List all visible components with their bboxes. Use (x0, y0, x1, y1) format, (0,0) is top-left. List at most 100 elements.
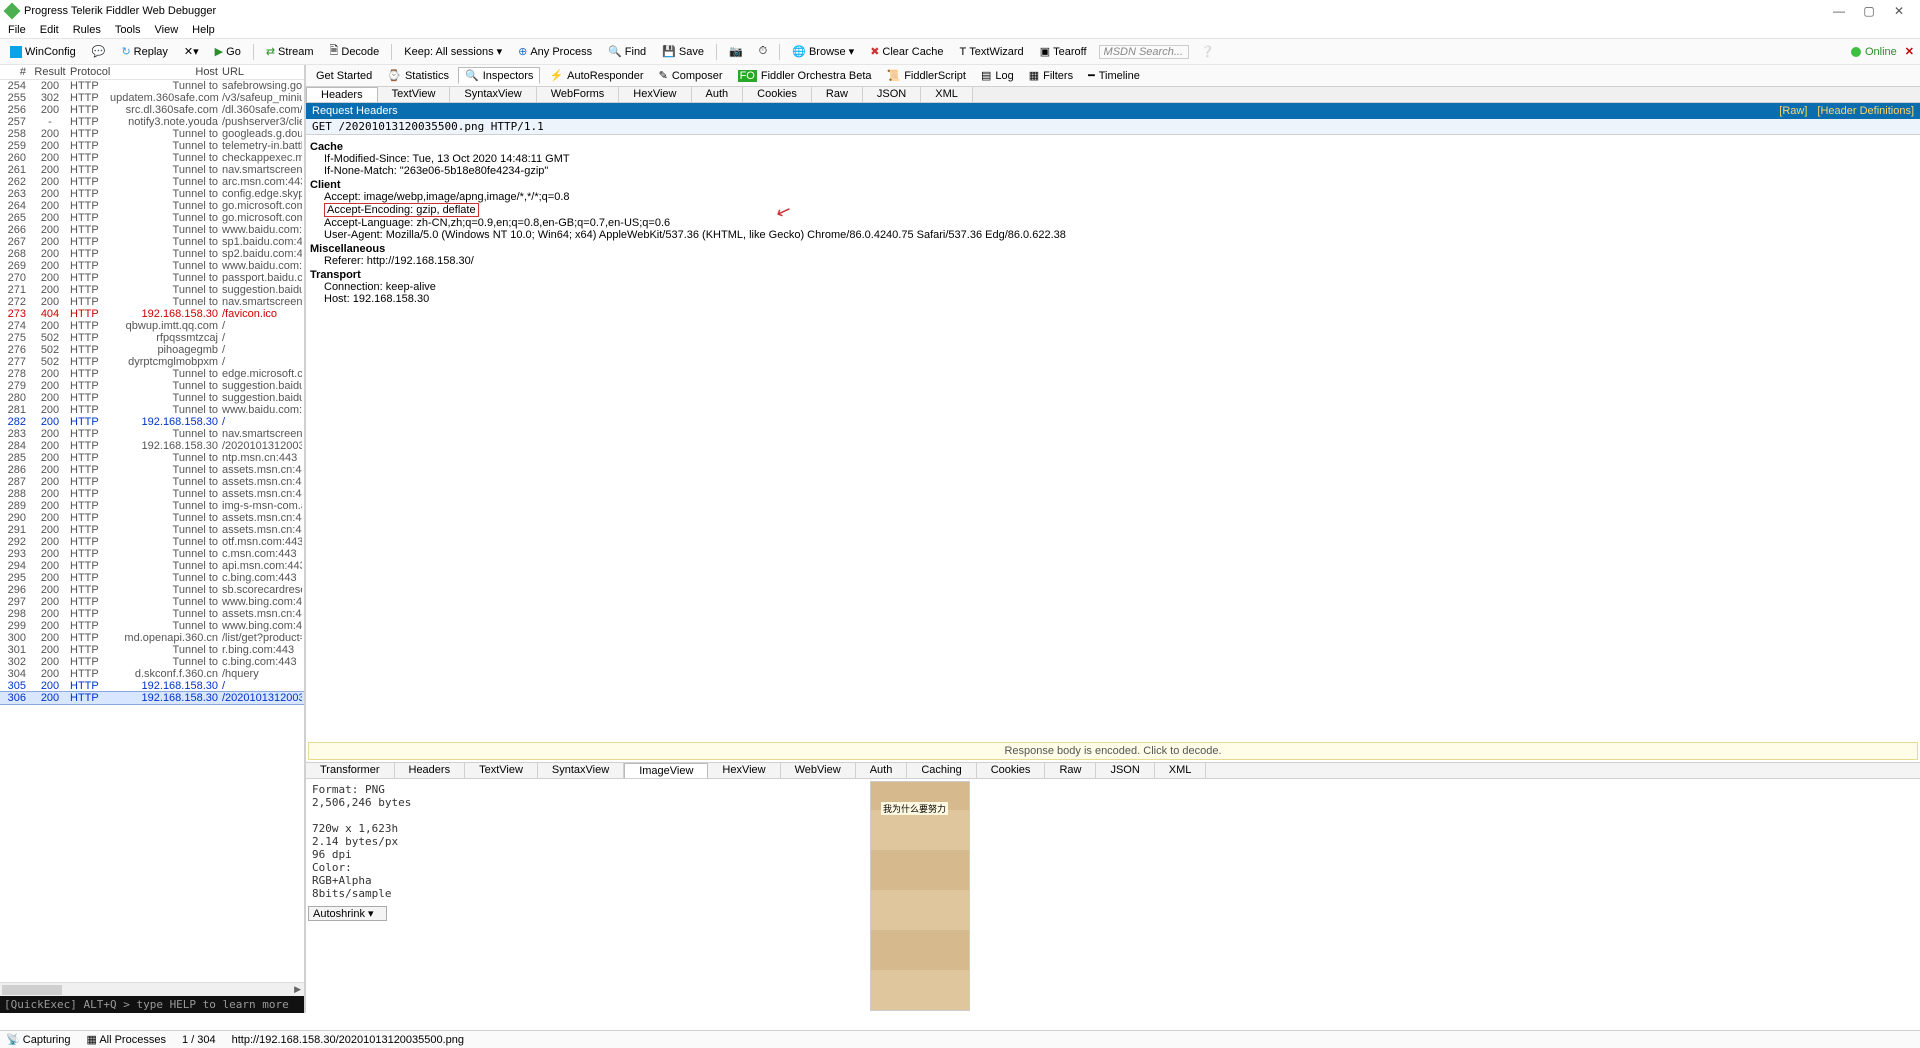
session-row[interactable]: 277502HTTPdyrptcmglmobpxm/ (0, 356, 304, 368)
tab-fiddlerscript[interactable]: 📜FiddlerScript (881, 68, 972, 83)
session-row[interactable]: 286200HTTPTunnel toassets.msn.cn:443 (0, 464, 304, 476)
session-row[interactable]: 257-HTTPnotify3.note.youda/pushserver3/c… (0, 116, 304, 128)
session-row[interactable]: 301200HTTPTunnel tor.bing.com:443 (0, 644, 304, 656)
resp-tab-imageview[interactable]: ImageView (624, 763, 708, 778)
stream-button[interactable]: ⇄Stream (262, 44, 318, 59)
req-tab-xml[interactable]: XML (921, 87, 973, 102)
session-row[interactable]: 279200HTTPTunnel tosuggestion.baidu.com (0, 380, 304, 392)
raw-link[interactable]: [Raw] (1779, 105, 1807, 117)
req-tab-json[interactable]: JSON (863, 87, 921, 102)
any-process-button[interactable]: ⊕Any Process (514, 44, 596, 59)
header-line[interactable]: Connection: keep-alive (310, 281, 1918, 293)
req-tab-auth[interactable]: Auth (692, 87, 744, 102)
req-tab-raw[interactable]: Raw (812, 87, 863, 102)
resp-tab-caching[interactable]: Caching (907, 763, 976, 778)
capturing-indicator[interactable]: 📡 Capturing (6, 1033, 70, 1046)
col-number[interactable]: # (2, 66, 30, 78)
session-row[interactable]: 260200HTTPTunnel tocheckappexec.microsc (0, 152, 304, 164)
close-toolbar-button[interactable]: ✕ (1905, 45, 1914, 58)
session-row[interactable]: 282200HTTP192.168.158.30/ (0, 416, 304, 428)
session-row[interactable]: 289200HTTPTunnel toimg-s-msn-com.akama (0, 500, 304, 512)
header-line[interactable]: User-Agent: Mozilla/5.0 (Windows NT 10.0… (310, 229, 1918, 241)
session-row[interactable]: 306200HTTP192.168.158.30/202010131200355… (0, 692, 304, 704)
menu-edit[interactable]: Edit (40, 24, 59, 36)
resp-tab-json[interactable]: JSON (1096, 763, 1154, 778)
screenshot-button[interactable]: 📷 (725, 44, 747, 59)
session-row[interactable]: 281200HTTPTunnel towww.baidu.com:443 (0, 404, 304, 416)
resp-tab-xml[interactable]: XML (1155, 763, 1207, 778)
session-row[interactable]: 263200HTTPTunnel toconfig.edge.skype.co (0, 188, 304, 200)
req-tab-hexview[interactable]: HexView (619, 87, 691, 102)
session-row[interactable]: 293200HTTPTunnel toc.msn.com:443 (0, 548, 304, 560)
header-line[interactable]: If-None-Match: "263e06-5b18e80fe4234-gzi… (310, 165, 1918, 177)
maximize-button[interactable]: ▢ (1854, 4, 1884, 18)
req-tab-webforms[interactable]: WebForms (537, 87, 620, 102)
session-row[interactable]: 276502HTTPpihoagegmb/ (0, 344, 304, 356)
menu-file[interactable]: File (8, 24, 26, 36)
session-row[interactable]: 254200HTTPTunnel tosafebrowsing.googlea (0, 80, 304, 92)
session-row[interactable]: 298200HTTPTunnel toassets.msn.cn:443 (0, 608, 304, 620)
resp-tab-cookies[interactable]: Cookies (977, 763, 1046, 778)
tab-timeline[interactable]: ━Timeline (1082, 68, 1146, 83)
help-button[interactable]: ❔ (1197, 44, 1219, 59)
resp-tab-textview[interactable]: TextView (465, 763, 538, 778)
tab-filters[interactable]: ▦Filters (1023, 68, 1079, 83)
session-row[interactable]: 268200HTTPTunnel tosp2.baidu.com:443 (0, 248, 304, 260)
session-row[interactable]: 285200HTTPTunnel tontp.msn.cn:443 (0, 452, 304, 464)
session-row[interactable]: 270200HTTPTunnel topassport.baidu.com:4 (0, 272, 304, 284)
session-row[interactable]: 275502HTTPrfpqssmtzcaj/ (0, 332, 304, 344)
session-row[interactable]: 280200HTTPTunnel tosuggestion.baidu.com (0, 392, 304, 404)
session-row[interactable]: 271200HTTPTunnel tosuggestion.baidu.com (0, 284, 304, 296)
scroll-right-icon[interactable]: ▶ (294, 984, 301, 995)
session-row[interactable]: 288200HTTPTunnel toassets.msn.cn:443 (0, 488, 304, 500)
close-button[interactable]: ✕ (1884, 4, 1914, 18)
session-row[interactable]: 283200HTTPTunnel tonav.smartscreen.micr (0, 428, 304, 440)
session-row[interactable]: 265200HTTPTunnel togo.microsoft.com:443 (0, 212, 304, 224)
session-row[interactable]: 291200HTTPTunnel toassets.msn.cn:443 (0, 524, 304, 536)
menu-view[interactable]: View (155, 24, 179, 36)
replay-button[interactable]: ↻Replay (117, 44, 171, 59)
header-defs-link[interactable]: [Header Definitions] (1817, 105, 1914, 117)
clear-cache-button[interactable]: ✖Clear Cache (866, 44, 947, 59)
tab-log[interactable]: ▤Log (975, 68, 1020, 83)
session-row[interactable]: 259200HTTPTunnel totelemetry-in.battle.n… (0, 140, 304, 152)
session-row[interactable]: 302200HTTPTunnel toc.bing.com:443 (0, 656, 304, 668)
session-row[interactable]: 269200HTTPTunnel towww.baidu.com:443 (0, 260, 304, 272)
sessions-list[interactable]: 254200HTTPTunnel tosafebrowsing.googlea2… (0, 80, 304, 982)
tab-statistics[interactable]: ⌚Statistics (381, 68, 455, 83)
image-preview[interactable]: 我为什么要努力 (870, 781, 970, 1011)
session-row[interactable]: 299200HTTPTunnel towww.bing.com:443 (0, 620, 304, 632)
menu-tools[interactable]: Tools (115, 24, 141, 36)
session-row[interactable]: 297200HTTPTunnel towww.bing.com:443 (0, 596, 304, 608)
tab-orchestra[interactable]: FOFiddler Orchestra Beta (732, 69, 878, 83)
session-row[interactable]: 272200HTTPTunnel tonav.smartscreen.micr (0, 296, 304, 308)
session-row[interactable]: 278200HTTPTunnel toedge.microsoft.com:4 (0, 368, 304, 380)
resp-tab-syntaxview[interactable]: SyntaxView (538, 763, 624, 778)
decode-response-bar[interactable]: Response body is encoded. Click to decod… (308, 742, 1918, 760)
process-filter[interactable]: ▦ All Processes (86, 1033, 165, 1046)
req-tab-cookies[interactable]: Cookies (743, 87, 812, 102)
session-row[interactable]: 255302HTTPupdatem.360safe.com/v3/safeup_… (0, 92, 304, 104)
browse-button[interactable]: 🌐Browse ▾ (788, 44, 858, 59)
header-line[interactable]: Referer: http://192.168.158.30/ (310, 255, 1918, 267)
textwizard-button[interactable]: TTextWizard (956, 45, 1028, 59)
decode-button[interactable]: 🗎Decode (326, 41, 384, 62)
horizontal-scrollbar[interactable]: ◀ ▶ (0, 982, 304, 996)
session-row[interactable]: 256200HTTPsrc.dl.360safe.com/dl.360safe.… (0, 104, 304, 116)
session-row[interactable]: 287200HTTPTunnel toassets.msn.cn:443 (0, 476, 304, 488)
session-row[interactable]: 261200HTTPTunnel tonav.smartscreen.micr (0, 164, 304, 176)
session-row[interactable]: 292200HTTPTunnel tootf.msn.com:443 (0, 536, 304, 548)
comment-button[interactable]: 💬 (88, 44, 110, 59)
session-row[interactable]: 284200HTTP192.168.158.30/202010131200355… (0, 440, 304, 452)
session-row[interactable]: 267200HTTPTunnel tosp1.baidu.com:443 (0, 236, 304, 248)
session-row[interactable]: 290200HTTPTunnel toassets.msn.cn:443 (0, 512, 304, 524)
session-row[interactable]: 264200HTTPTunnel togo.microsoft.com:443 (0, 200, 304, 212)
save-button[interactable]: 💾Save (658, 44, 708, 59)
session-row[interactable]: 262200HTTPTunnel toarc.msn.com:443 (0, 176, 304, 188)
resp-tab-transformer[interactable]: Transformer (306, 763, 395, 778)
resp-tab-headers[interactable]: Headers (395, 763, 466, 778)
tab-get-started[interactable]: Get Started (310, 69, 378, 83)
session-row[interactable]: 304200HTTPd.skconf.f.360.cn/hquery (0, 668, 304, 680)
tab-inspectors[interactable]: 🔍Inspectors (458, 67, 540, 84)
minimize-button[interactable]: — (1824, 4, 1854, 18)
